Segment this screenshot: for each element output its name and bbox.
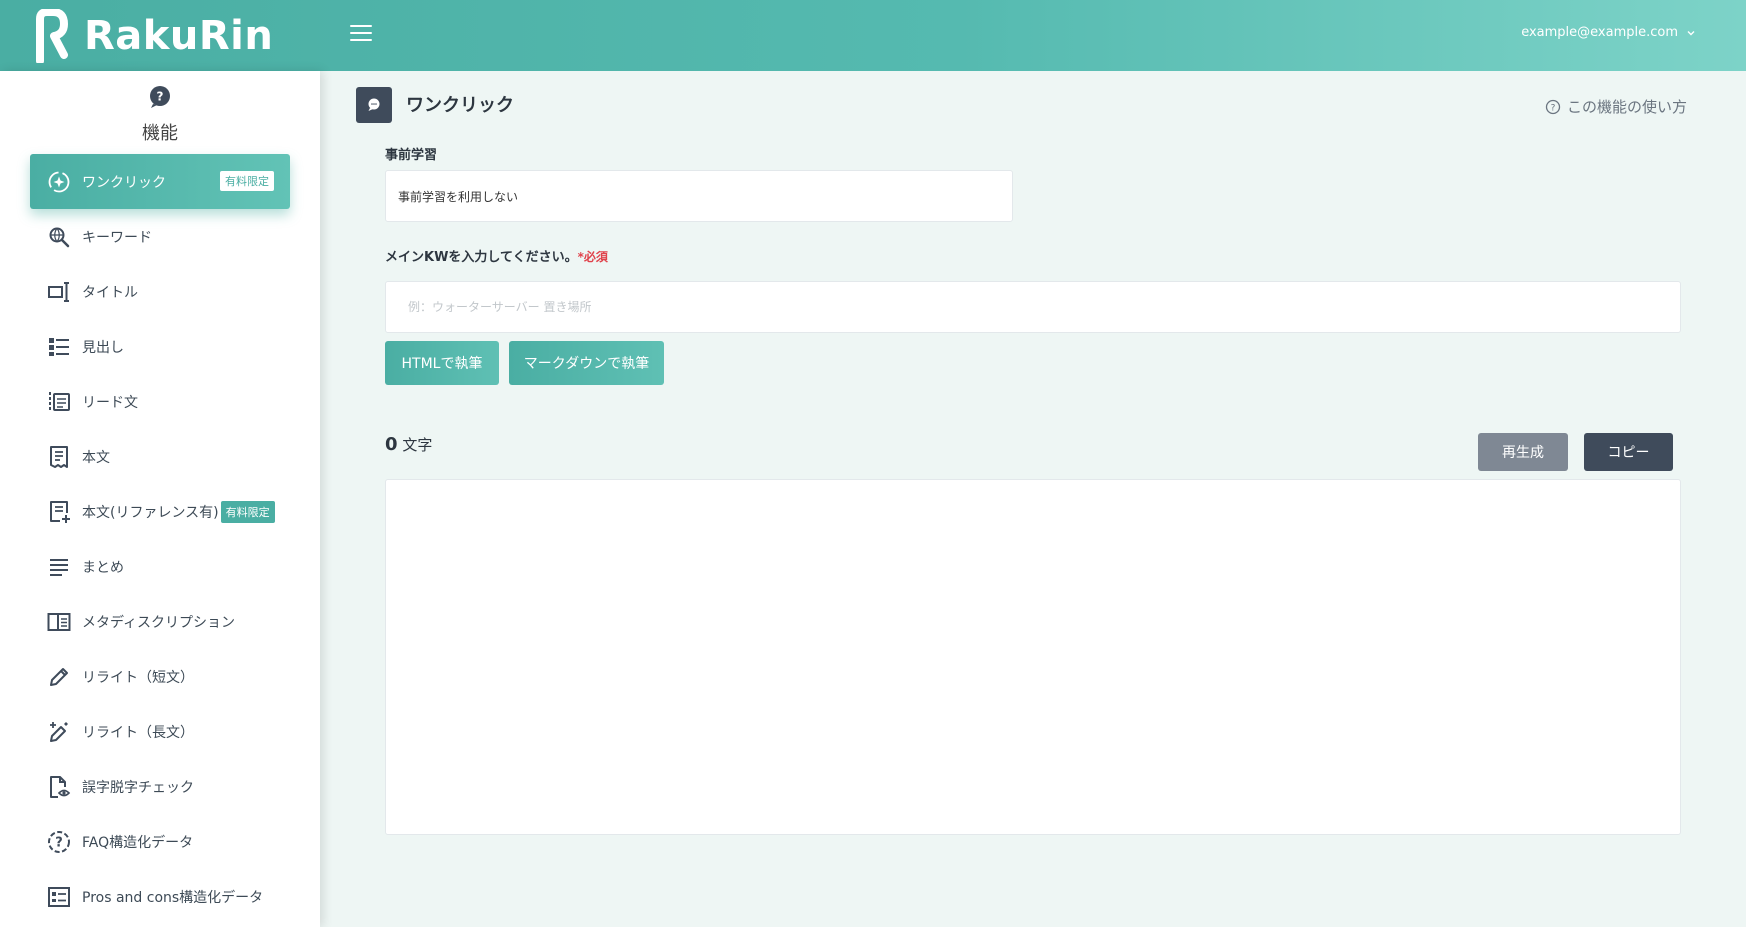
write-html-button[interactable]: HTMLで執筆 bbox=[385, 341, 499, 385]
sidebar-item-label: まとめ bbox=[82, 559, 124, 576]
sidebar-item-lead[interactable]: リード文 bbox=[30, 374, 290, 429]
sidebar-item-faq-structured[interactable]: ? FAQ構造化データ bbox=[30, 814, 290, 869]
sidebar-item-label: 誤字脱字チェック bbox=[82, 779, 194, 796]
logo-r-icon bbox=[36, 9, 68, 63]
sidebar-item-body-reference[interactable]: 本文(リファレンス有) 有料限定 bbox=[30, 484, 290, 539]
character-count: 0 文字 bbox=[385, 434, 432, 455]
sidebar-item-typo-check[interactable]: 誤字脱字チェック bbox=[30, 759, 290, 814]
hamburger-line bbox=[350, 32, 372, 34]
brand-logo[interactable]: RakuRin bbox=[34, 9, 273, 63]
help-link-label: この機能の使い方 bbox=[1566, 98, 1687, 116]
paid-only-badge: 有料限定 bbox=[220, 171, 274, 191]
sidebar-item-label: 見出し bbox=[82, 339, 124, 356]
text-cursor-icon bbox=[46, 279, 72, 305]
page-title: ワンクリック bbox=[406, 95, 514, 116]
sidebar-item-rewrite-short[interactable]: リライト（短文） bbox=[30, 649, 290, 704]
meta-panel-icon bbox=[46, 609, 72, 635]
character-count-value: 0 bbox=[385, 434, 398, 455]
sidebar-item-label: リード文 bbox=[82, 394, 138, 411]
sidebar-item-body[interactable]: 本文 bbox=[30, 429, 290, 484]
pretraining-select-value: 事前学習を利用しない bbox=[398, 189, 519, 204]
sidebar-item-label: 本文 bbox=[82, 449, 110, 466]
magic-pencil-icon bbox=[46, 719, 72, 745]
keyword-label: メインKWを入力してください。*必須 bbox=[385, 246, 608, 265]
sidebar-header: ? 機能 bbox=[0, 71, 320, 145]
sidebar-item-headings[interactable]: 見出し bbox=[30, 319, 290, 374]
hamburger-line bbox=[350, 25, 372, 27]
copy-button[interactable]: コピー bbox=[1584, 433, 1673, 471]
menu-toggle-button[interactable] bbox=[350, 25, 372, 47]
summary-lines-icon bbox=[46, 554, 72, 580]
help-link[interactable]: ? この機能の使い方 bbox=[1545, 96, 1687, 117]
lead-text-icon bbox=[46, 389, 72, 415]
question-bubble-icon: ? bbox=[150, 86, 170, 108]
sidebar-item-label: 本文(リファレンス有) bbox=[82, 504, 219, 521]
sidebar-item-label: メタディスクリプション bbox=[82, 614, 236, 631]
sidebar-menu: ワンクリック 有料限定 キーワード タイトル 見出し リード文 本文 本文(リフ… bbox=[0, 154, 320, 924]
pros-cons-icon bbox=[46, 884, 72, 910]
account-email: example@example.com bbox=[1521, 25, 1678, 40]
sidebar-item-label: キーワード bbox=[82, 229, 152, 246]
pretraining-select[interactable]: 事前学習を利用しない bbox=[385, 170, 1013, 222]
help-circle-icon: ? bbox=[1545, 99, 1561, 114]
sidebar-item-label: Pros and cons構造化データ bbox=[82, 889, 264, 906]
account-menu[interactable]: example@example.com bbox=[1521, 25, 1696, 40]
output-text-area[interactable] bbox=[385, 479, 1681, 835]
pretraining-label: 事前学習 bbox=[385, 148, 438, 163]
list-heading-icon bbox=[46, 334, 72, 360]
sidebar-item-oneclick[interactable]: ワンクリック 有料限定 bbox=[30, 154, 290, 209]
regenerate-button[interactable]: 再生成 bbox=[1478, 433, 1568, 471]
svg-text:?: ? bbox=[55, 835, 63, 850]
sidebar-item-label: リライト（長文） bbox=[82, 724, 194, 741]
sidebar: ? 機能 ワンクリック 有料限定 キーワード タイトル 見出し リード文 本文 … bbox=[0, 71, 320, 927]
chevron-down-icon bbox=[1687, 30, 1695, 35]
paid-only-badge: 有料限定 bbox=[220, 500, 275, 523]
character-count-unit: 文字 bbox=[402, 436, 433, 454]
sidebar-item-rewrite-long[interactable]: リライト（長文） bbox=[30, 704, 290, 759]
pencil-icon bbox=[46, 664, 72, 690]
sidebar-item-meta-description[interactable]: メタディスクリプション bbox=[30, 594, 290, 649]
sidebar-item-pros-cons-structured[interactable]: Pros and cons構造化データ bbox=[30, 869, 290, 924]
sidebar-item-summary[interactable]: まとめ bbox=[30, 539, 290, 594]
write-markdown-button[interactable]: マークダウンで執筆 bbox=[509, 341, 664, 385]
sidebar-item-label: リライト（短文） bbox=[82, 669, 194, 686]
document-add-icon bbox=[46, 499, 72, 525]
file-eye-icon bbox=[46, 774, 72, 800]
sidebar-item-label: FAQ構造化データ bbox=[82, 834, 194, 851]
brand-name: RakuRin bbox=[84, 13, 274, 59]
sidebar-title: 機能 bbox=[142, 123, 178, 144]
keyword-label-text: メインKWを入力してください。 bbox=[385, 250, 578, 265]
svg-text:?: ? bbox=[1551, 103, 1556, 113]
search-globe-icon bbox=[46, 224, 72, 250]
hamburger-line bbox=[350, 39, 372, 41]
sidebar-item-label: タイトル bbox=[82, 284, 138, 301]
top-header: RakuRin example@example.com bbox=[0, 0, 1746, 71]
svg-text:?: ? bbox=[157, 90, 164, 104]
sidebar-item-keyword[interactable]: キーワード bbox=[30, 209, 290, 264]
document-icon bbox=[46, 444, 72, 470]
sidebar-item-label: ワンクリック bbox=[82, 174, 166, 191]
required-mark: *必須 bbox=[577, 250, 608, 264]
sidebar-item-title[interactable]: タイトル bbox=[30, 264, 290, 319]
chat-bubble-icon bbox=[356, 87, 392, 123]
main-keyword-input[interactable] bbox=[385, 281, 1681, 333]
faq-circle-icon: ? bbox=[46, 829, 72, 855]
sparkle-circle-icon bbox=[46, 169, 72, 195]
